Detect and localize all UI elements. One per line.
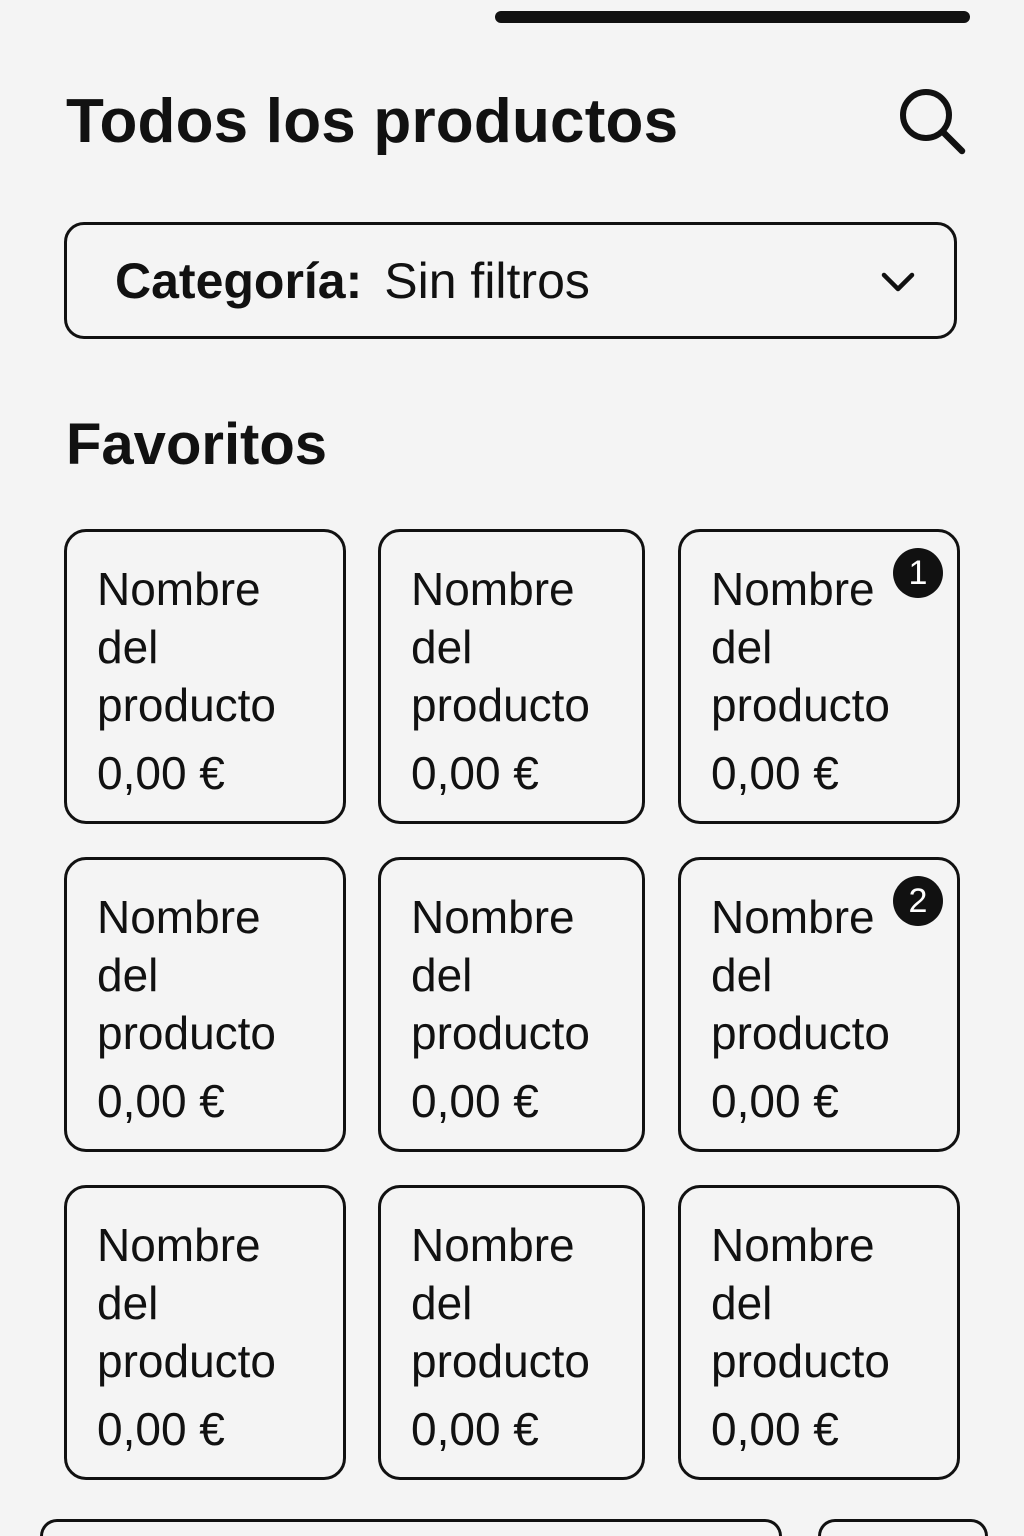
product-name: Nombre del producto (411, 563, 591, 731)
product-price: 0,00 € (711, 747, 839, 799)
product-card[interactable]: Nombre del producto 0,00 € (64, 1185, 346, 1480)
favorites-heading: Favoritos (66, 412, 328, 477)
search-icon (900, 89, 966, 155)
product-price: 0,00 € (97, 747, 225, 799)
category-dropdown[interactable]: Categoría: Sin filtros (64, 222, 957, 339)
product-card[interactable]: Nombre del producto 0,00 € (378, 857, 645, 1152)
count-badge: 2 (893, 876, 943, 926)
product-name: Nombre del producto (97, 563, 277, 731)
product-card[interactable]: Nombre del producto 0,00 € (64, 857, 346, 1152)
product-card[interactable]: Nombre del producto 0,00 € (378, 1185, 645, 1480)
product-name: Nombre del producto (411, 1219, 591, 1387)
product-price: 0,00 € (411, 747, 539, 799)
product-card[interactable]: Nombre del producto 0,00 € (378, 529, 645, 824)
search-button[interactable] (895, 84, 967, 156)
product-card[interactable]: Nombre del producto 0,00 € (678, 1185, 960, 1480)
category-label: Categoría: (115, 252, 363, 309)
product-name: Nombre del producto (97, 1219, 277, 1387)
product-name: Nombre del producto (97, 891, 277, 1059)
page-title: Todos los productos (66, 87, 679, 156)
product-price: 0,00 € (97, 1075, 225, 1127)
chevron-down-icon (880, 267, 916, 297)
product-card[interactable]: Nombre del producto 0,00 € (64, 529, 346, 824)
category-value: Sin filtros (384, 252, 590, 309)
product-price: 0,00 € (97, 1403, 225, 1455)
top-handle-bar (495, 11, 970, 23)
count-badge: 1 (893, 548, 943, 598)
bottom-bar-main[interactable] (40, 1519, 782, 1536)
bottom-bar-side[interactable] (818, 1519, 988, 1536)
product-price: 0,00 € (711, 1075, 839, 1127)
product-name: Nombre del producto (711, 1219, 891, 1387)
product-price: 0,00 € (411, 1403, 539, 1455)
product-card[interactable]: Nombre del producto 0,00 € 1 (678, 529, 960, 824)
product-card[interactable]: Nombre del producto 0,00 € 2 (678, 857, 960, 1152)
product-name: Nombre del producto (411, 891, 591, 1059)
product-price: 0,00 € (411, 1075, 539, 1127)
product-price: 0,00 € (711, 1403, 839, 1455)
